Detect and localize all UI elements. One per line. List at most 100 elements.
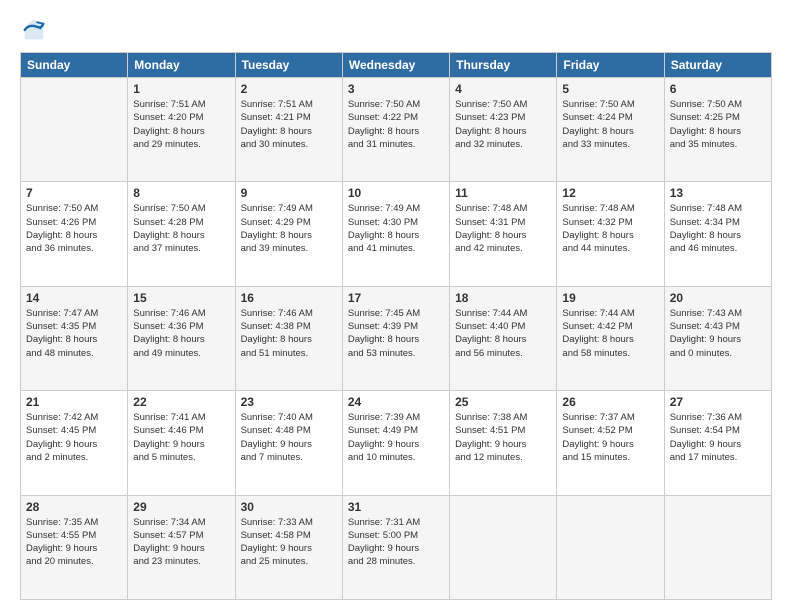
day-number: 28 bbox=[26, 500, 122, 514]
day-info: Sunrise: 7:49 AM Sunset: 4:30 PM Dayligh… bbox=[348, 202, 444, 255]
calendar-day-cell: 19 Sunrise: 7:44 AM Sunset: 4:42 PM Dayli… bbox=[557, 286, 664, 390]
logo bbox=[20, 16, 52, 44]
calendar-day-cell: 27 Sunrise: 7:36 AM Sunset: 4:54 PM Dayli… bbox=[664, 391, 771, 495]
calendar-weekday: Monday bbox=[128, 53, 235, 78]
calendar-week-row: 1Sunrise: 7:51 AM Sunset: 4:20 PM Daylig… bbox=[21, 78, 772, 182]
day-info: Sunrise: 7:33 AM Sunset: 4:58 PM Dayligh… bbox=[241, 516, 337, 569]
day-number: 6 bbox=[670, 82, 766, 96]
day-number: 2 bbox=[241, 82, 337, 96]
day-info: Sunrise: 7:43 AM Sunset: 4:43 PM Dayligh… bbox=[670, 307, 766, 360]
page: SundayMondayTuesdayWednesdayThursdayFrid… bbox=[0, 0, 792, 612]
day-info: Sunrise: 7:37 AM Sunset: 4:52 PM Dayligh… bbox=[562, 411, 658, 464]
day-info: Sunrise: 7:48 AM Sunset: 4:34 PM Dayligh… bbox=[670, 202, 766, 255]
day-info: Sunrise: 7:48 AM Sunset: 4:32 PM Dayligh… bbox=[562, 202, 658, 255]
day-info: Sunrise: 7:49 AM Sunset: 4:29 PM Dayligh… bbox=[241, 202, 337, 255]
calendar-day-cell: 31 Sunrise: 7:31 AM Sunset: 5:00 PM Dayli… bbox=[342, 495, 449, 599]
day-info: Sunrise: 7:44 AM Sunset: 4:42 PM Dayligh… bbox=[562, 307, 658, 360]
calendar-day-cell: 17 Sunrise: 7:45 AM Sunset: 4:39 PM Dayli… bbox=[342, 286, 449, 390]
calendar-week-row: 21 Sunrise: 7:42 AM Sunset: 4:45 PM Dayli… bbox=[21, 391, 772, 495]
day-info: Sunrise: 7:39 AM Sunset: 4:49 PM Dayligh… bbox=[348, 411, 444, 464]
calendar-weekday: Sunday bbox=[21, 53, 128, 78]
calendar-day-cell: 7 Sunrise: 7:50 AM Sunset: 4:26 PM Daylig… bbox=[21, 182, 128, 286]
day-number: 18 bbox=[455, 291, 551, 305]
calendar-day-cell bbox=[21, 78, 128, 182]
calendar-weekday: Thursday bbox=[450, 53, 557, 78]
calendar-day-cell: 9 Sunrise: 7:49 AM Sunset: 4:29 PM Daylig… bbox=[235, 182, 342, 286]
day-number: 8 bbox=[133, 186, 229, 200]
day-info: Sunrise: 7:50 AM Sunset: 4:26 PM Dayligh… bbox=[26, 202, 122, 255]
day-number: 24 bbox=[348, 395, 444, 409]
day-number: 22 bbox=[133, 395, 229, 409]
calendar-day-cell: 22 Sunrise: 7:41 AM Sunset: 4:46 PM Dayli… bbox=[128, 391, 235, 495]
day-number: 20 bbox=[670, 291, 766, 305]
day-number: 5 bbox=[562, 82, 658, 96]
day-number: 3 bbox=[348, 82, 444, 96]
calendar-day-cell: 26 Sunrise: 7:37 AM Sunset: 4:52 PM Dayli… bbox=[557, 391, 664, 495]
day-info: Sunrise: 7:31 AM Sunset: 5:00 PM Dayligh… bbox=[348, 516, 444, 569]
day-number: 27 bbox=[670, 395, 766, 409]
calendar-day-cell bbox=[664, 495, 771, 599]
header bbox=[20, 16, 772, 44]
day-number: 26 bbox=[562, 395, 658, 409]
calendar-day-cell: 18 Sunrise: 7:44 AM Sunset: 4:40 PM Dayli… bbox=[450, 286, 557, 390]
calendar-day-cell: 21 Sunrise: 7:42 AM Sunset: 4:45 PM Dayli… bbox=[21, 391, 128, 495]
calendar-day-cell: 8 Sunrise: 7:50 AM Sunset: 4:28 PM Daylig… bbox=[128, 182, 235, 286]
day-number: 29 bbox=[133, 500, 229, 514]
day-number: 16 bbox=[241, 291, 337, 305]
day-number: 14 bbox=[26, 291, 122, 305]
calendar-week-row: 14 Sunrise: 7:47 AM Sunset: 4:35 PM Dayli… bbox=[21, 286, 772, 390]
day-info: Sunrise: 7:48 AM Sunset: 4:31 PM Dayligh… bbox=[455, 202, 551, 255]
calendar-day-cell: 6 Sunrise: 7:50 AM Sunset: 4:25 PM Daylig… bbox=[664, 78, 771, 182]
calendar-header-row: SundayMondayTuesdayWednesdayThursdayFrid… bbox=[21, 53, 772, 78]
calendar-day-cell: 4Sunrise: 7:50 AM Sunset: 4:23 PM Daylig… bbox=[450, 78, 557, 182]
day-number: 15 bbox=[133, 291, 229, 305]
day-number: 9 bbox=[241, 186, 337, 200]
logo-icon bbox=[20, 16, 48, 44]
day-number: 31 bbox=[348, 500, 444, 514]
calendar-weekday: Tuesday bbox=[235, 53, 342, 78]
calendar-day-cell bbox=[557, 495, 664, 599]
day-number: 13 bbox=[670, 186, 766, 200]
day-number: 1 bbox=[133, 82, 229, 96]
calendar-day-cell: 1Sunrise: 7:51 AM Sunset: 4:20 PM Daylig… bbox=[128, 78, 235, 182]
calendar-weekday: Saturday bbox=[664, 53, 771, 78]
calendar-day-cell: 20 Sunrise: 7:43 AM Sunset: 4:43 PM Dayli… bbox=[664, 286, 771, 390]
calendar-day-cell: 3Sunrise: 7:50 AM Sunset: 4:22 PM Daylig… bbox=[342, 78, 449, 182]
day-number: 12 bbox=[562, 186, 658, 200]
calendar-day-cell bbox=[450, 495, 557, 599]
day-number: 7 bbox=[26, 186, 122, 200]
day-info: Sunrise: 7:50 AM Sunset: 4:24 PM Dayligh… bbox=[562, 98, 658, 151]
calendar-day-cell: 10 Sunrise: 7:49 AM Sunset: 4:30 PM Dayli… bbox=[342, 182, 449, 286]
calendar-day-cell: 25 Sunrise: 7:38 AM Sunset: 4:51 PM Dayli… bbox=[450, 391, 557, 495]
day-number: 21 bbox=[26, 395, 122, 409]
day-info: Sunrise: 7:40 AM Sunset: 4:48 PM Dayligh… bbox=[241, 411, 337, 464]
day-number: 25 bbox=[455, 395, 551, 409]
day-info: Sunrise: 7:50 AM Sunset: 4:25 PM Dayligh… bbox=[670, 98, 766, 151]
calendar-weekday: Friday bbox=[557, 53, 664, 78]
day-info: Sunrise: 7:50 AM Sunset: 4:28 PM Dayligh… bbox=[133, 202, 229, 255]
day-number: 10 bbox=[348, 186, 444, 200]
calendar-day-cell: 16 Sunrise: 7:46 AM Sunset: 4:38 PM Dayli… bbox=[235, 286, 342, 390]
day-info: Sunrise: 7:47 AM Sunset: 4:35 PM Dayligh… bbox=[26, 307, 122, 360]
day-info: Sunrise: 7:38 AM Sunset: 4:51 PM Dayligh… bbox=[455, 411, 551, 464]
day-info: Sunrise: 7:41 AM Sunset: 4:46 PM Dayligh… bbox=[133, 411, 229, 464]
calendar-day-cell: 24 Sunrise: 7:39 AM Sunset: 4:49 PM Dayli… bbox=[342, 391, 449, 495]
day-info: Sunrise: 7:45 AM Sunset: 4:39 PM Dayligh… bbox=[348, 307, 444, 360]
calendar-table: SundayMondayTuesdayWednesdayThursdayFrid… bbox=[20, 52, 772, 600]
day-info: Sunrise: 7:44 AM Sunset: 4:40 PM Dayligh… bbox=[455, 307, 551, 360]
calendar-weekday: Wednesday bbox=[342, 53, 449, 78]
day-number: 23 bbox=[241, 395, 337, 409]
calendar-day-cell: 14 Sunrise: 7:47 AM Sunset: 4:35 PM Dayli… bbox=[21, 286, 128, 390]
day-info: Sunrise: 7:46 AM Sunset: 4:36 PM Dayligh… bbox=[133, 307, 229, 360]
day-number: 17 bbox=[348, 291, 444, 305]
day-info: Sunrise: 7:50 AM Sunset: 4:23 PM Dayligh… bbox=[455, 98, 551, 151]
calendar-day-cell: 2Sunrise: 7:51 AM Sunset: 4:21 PM Daylig… bbox=[235, 78, 342, 182]
day-info: Sunrise: 7:46 AM Sunset: 4:38 PM Dayligh… bbox=[241, 307, 337, 360]
calendar-day-cell: 23 Sunrise: 7:40 AM Sunset: 4:48 PM Dayli… bbox=[235, 391, 342, 495]
day-info: Sunrise: 7:36 AM Sunset: 4:54 PM Dayligh… bbox=[670, 411, 766, 464]
calendar-week-row: 28Sunrise: 7:35 AM Sunset: 4:55 PM Dayli… bbox=[21, 495, 772, 599]
calendar-day-cell: 15 Sunrise: 7:46 AM Sunset: 4:36 PM Dayli… bbox=[128, 286, 235, 390]
day-number: 19 bbox=[562, 291, 658, 305]
day-info: Sunrise: 7:34 AM Sunset: 4:57 PM Dayligh… bbox=[133, 516, 229, 569]
day-info: Sunrise: 7:42 AM Sunset: 4:45 PM Dayligh… bbox=[26, 411, 122, 464]
